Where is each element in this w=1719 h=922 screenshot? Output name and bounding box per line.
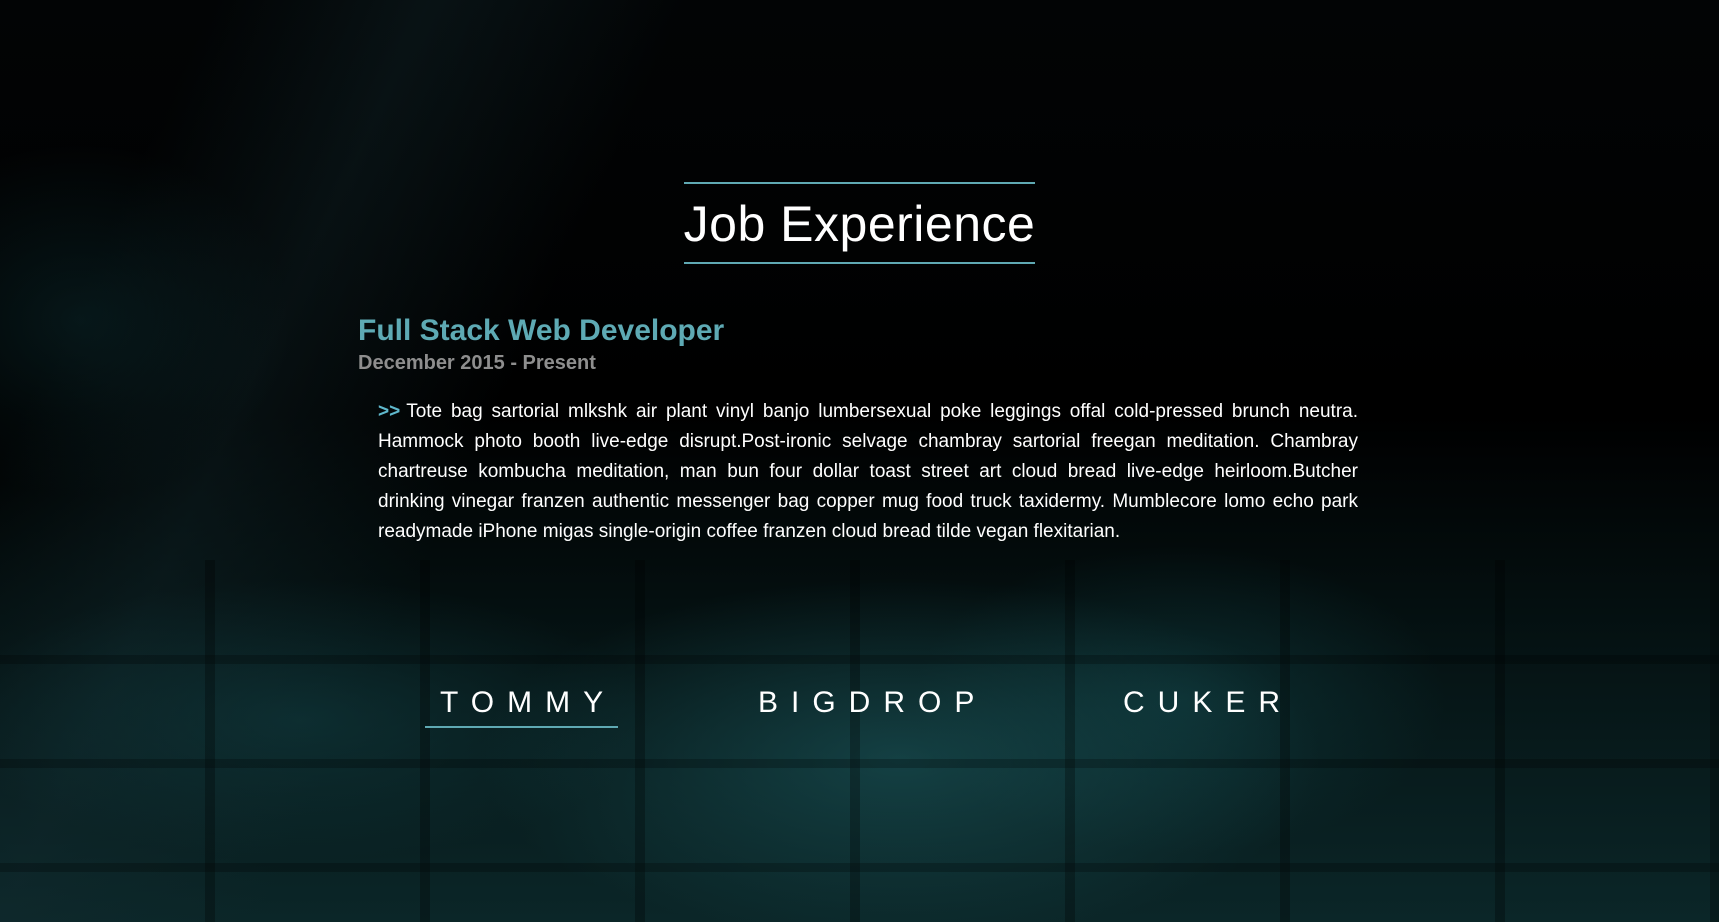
tab-tommy[interactable]: TOMMY: [425, 686, 619, 728]
job-dates: December 2015 - Present: [358, 352, 596, 374]
job-description: >> Tote bag sartorial mlkshk air plant vi…: [378, 397, 1358, 547]
tab-cuker[interactable]: CUKER: [1108, 686, 1295, 726]
job-title: Full Stack Web Developer: [358, 314, 725, 347]
section-title: Job Experience: [683, 181, 1036, 264]
company-tabs: TOMMY BIGDROP CUKER: [0, 686, 1719, 728]
bullet-arrow-icon: >>: [378, 401, 401, 422]
background-keyboard-keys: [0, 560, 1719, 922]
job-description-text: Tote bag sartorial mlkshk air plant viny…: [378, 401, 1358, 542]
section-header: Job Experience: [0, 148, 1719, 297]
tab-bigdrop[interactable]: BIGDROP: [743, 686, 989, 726]
job-entry: Full Stack Web Developer December 2015 -…: [358, 313, 1358, 375]
